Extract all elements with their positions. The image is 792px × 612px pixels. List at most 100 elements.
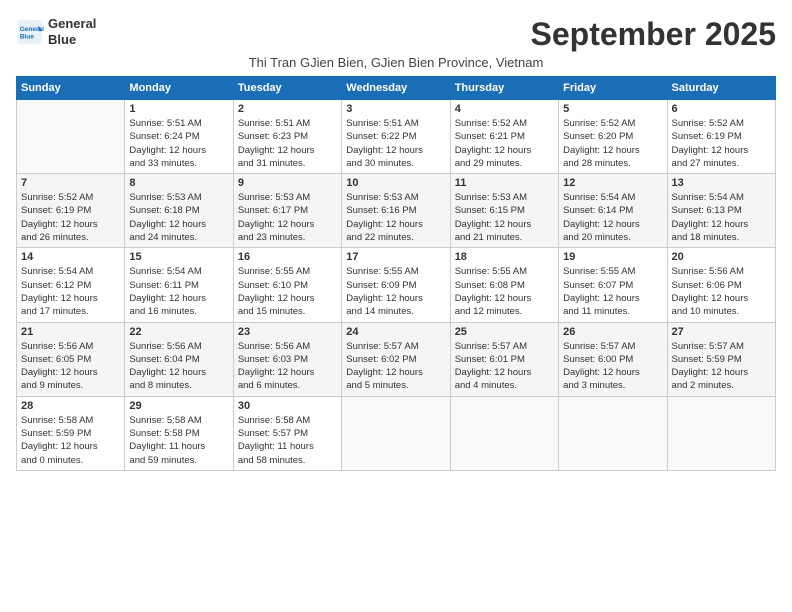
calendar-cell [559,396,667,470]
calendar-week-row: 28 Sunrise: 5:58 AM Sunset: 5:59 PM Dayli… [17,396,776,470]
day-number: 15 [129,251,228,263]
calendar-cell: 2Sunrise: 5:51 AM Sunset: 6:23 PM Daylig… [233,100,341,174]
day-number: 19 [563,251,662,263]
day-number: 20 [672,251,771,263]
calendar-cell: 29 Sunrise: 5:58 AM Sunset: 5:58 PM Dayli… [125,396,233,470]
day-info: Sunrise: 5:54 AM Sunset: 6:11 PM Dayligh… [129,265,228,318]
calendar-cell: 1 Sunrise: 5:51 AM Sunset: 6:24 PM Daylig… [125,100,233,174]
page-header: General Blue General Blue September 2025 [16,16,776,53]
day-number: 27 [672,326,771,338]
day-number: 2 [238,103,337,115]
calendar-week-row: 7Sunrise: 5:52 AM Sunset: 6:19 PM Daylig… [17,174,776,248]
day-number: 9 [238,177,337,189]
day-number: 6 [672,103,771,115]
calendar-cell: 15 Sunrise: 5:54 AM Sunset: 6:11 PM Dayli… [125,248,233,322]
calendar-cell: 23 Sunrise: 5:56 AM Sunset: 6:03 PM Dayli… [233,322,341,396]
calendar-cell: 10 Sunrise: 5:53 AM Sunset: 6:16 PM Dayli… [342,174,450,248]
day-number: 5 [563,103,662,115]
day-number: 16 [238,251,337,263]
calendar-week-row: 14Sunrise: 5:54 AM Sunset: 6:12 PM Dayli… [17,248,776,322]
day-info: Sunrise: 5:54 AM Sunset: 6:14 PM Dayligh… [563,191,662,244]
day-info: Sunrise: 5:56 AM Sunset: 6:04 PM Dayligh… [129,340,228,393]
day-number: 13 [672,177,771,189]
day-info: Sunrise: 5:51 AM Sunset: 6:24 PM Dayligh… [129,117,228,170]
calendar-cell: 28 Sunrise: 5:58 AM Sunset: 5:59 PM Dayli… [17,396,125,470]
weekday-header: Tuesday [233,77,341,100]
calendar-cell: 6 Sunrise: 5:52 AM Sunset: 6:19 PM Daylig… [667,100,775,174]
day-info: Sunrise: 5:57 AM Sunset: 6:02 PM Dayligh… [346,340,445,393]
day-number: 18 [455,251,554,263]
weekday-header-row: SundayMondayTuesdayWednesdayThursdayFrid… [17,77,776,100]
calendar-cell: 7Sunrise: 5:52 AM Sunset: 6:19 PM Daylig… [17,174,125,248]
day-number: 29 [129,400,228,412]
day-number: 23 [238,326,337,338]
day-info: Sunrise: 5:56 AM Sunset: 6:05 PM Dayligh… [21,340,120,393]
day-number: 26 [563,326,662,338]
day-number: 12 [563,177,662,189]
calendar-cell [17,100,125,174]
day-number: 14 [21,251,120,263]
calendar-cell: 27 Sunrise: 5:57 AM Sunset: 5:59 PM Dayli… [667,322,775,396]
day-info: Sunrise: 5:52 AM Sunset: 6:19 PM Dayligh… [672,117,771,170]
day-info: Sunrise: 5:57 AM Sunset: 6:01 PM Dayligh… [455,340,554,393]
day-number: 10 [346,177,445,189]
calendar-cell: 9Sunrise: 5:53 AM Sunset: 6:17 PM Daylig… [233,174,341,248]
day-number: 28 [21,400,120,412]
calendar-cell: 11Sunrise: 5:53 AM Sunset: 6:15 PM Dayli… [450,174,558,248]
calendar-cell: 13Sunrise: 5:54 AM Sunset: 6:13 PM Dayli… [667,174,775,248]
day-info: Sunrise: 5:56 AM Sunset: 6:06 PM Dayligh… [672,265,771,318]
day-info: Sunrise: 5:58 AM Sunset: 5:58 PM Dayligh… [129,414,228,467]
calendar-cell: 25 Sunrise: 5:57 AM Sunset: 6:01 PM Dayli… [450,322,558,396]
logo-text: General Blue [48,16,96,47]
logo-icon: General Blue [16,18,44,46]
day-number: 21 [21,326,120,338]
calendar-cell: 24Sunrise: 5:57 AM Sunset: 6:02 PM Dayli… [342,322,450,396]
calendar-cell: 17 Sunrise: 5:55 AM Sunset: 6:09 PM Dayli… [342,248,450,322]
calendar-cell: 30Sunrise: 5:58 AM Sunset: 5:57 PM Dayli… [233,396,341,470]
day-info: Sunrise: 5:51 AM Sunset: 6:22 PM Dayligh… [346,117,445,170]
day-info: Sunrise: 5:56 AM Sunset: 6:03 PM Dayligh… [238,340,337,393]
calendar-cell: 5Sunrise: 5:52 AM Sunset: 6:20 PM Daylig… [559,100,667,174]
calendar-cell: 12 Sunrise: 5:54 AM Sunset: 6:14 PM Dayli… [559,174,667,248]
calendar-week-row: 1 Sunrise: 5:51 AM Sunset: 6:24 PM Daylig… [17,100,776,174]
calendar-cell: 19Sunrise: 5:55 AM Sunset: 6:07 PM Dayli… [559,248,667,322]
day-info: Sunrise: 5:55 AM Sunset: 6:08 PM Dayligh… [455,265,554,318]
calendar-cell: 3 Sunrise: 5:51 AM Sunset: 6:22 PM Daylig… [342,100,450,174]
weekday-header: Saturday [667,77,775,100]
calendar-cell [342,396,450,470]
day-number: 25 [455,326,554,338]
calendar-cell: 4 Sunrise: 5:52 AM Sunset: 6:21 PM Daylig… [450,100,558,174]
calendar-cell: 8 Sunrise: 5:53 AM Sunset: 6:18 PM Daylig… [125,174,233,248]
calendar-cell: 26 Sunrise: 5:57 AM Sunset: 6:00 PM Dayli… [559,322,667,396]
day-number: 1 [129,103,228,115]
day-info: Sunrise: 5:53 AM Sunset: 6:16 PM Dayligh… [346,191,445,244]
weekday-header: Sunday [17,77,125,100]
weekday-header: Thursday [450,77,558,100]
calendar-week-row: 21 Sunrise: 5:56 AM Sunset: 6:05 PM Dayli… [17,322,776,396]
day-number: 8 [129,177,228,189]
calendar-cell: 16 Sunrise: 5:55 AM Sunset: 6:10 PM Dayli… [233,248,341,322]
day-info: Sunrise: 5:58 AM Sunset: 5:59 PM Dayligh… [21,414,120,467]
calendar-cell [450,396,558,470]
calendar-cell: 14Sunrise: 5:54 AM Sunset: 6:12 PM Dayli… [17,248,125,322]
day-info: Sunrise: 5:55 AM Sunset: 6:10 PM Dayligh… [238,265,337,318]
weekday-header: Friday [559,77,667,100]
day-info: Sunrise: 5:52 AM Sunset: 6:21 PM Dayligh… [455,117,554,170]
calendar-cell: 18 Sunrise: 5:55 AM Sunset: 6:08 PM Dayli… [450,248,558,322]
weekday-header: Monday [125,77,233,100]
day-info: Sunrise: 5:53 AM Sunset: 6:18 PM Dayligh… [129,191,228,244]
calendar-table: SundayMondayTuesdayWednesdayThursdayFrid… [16,76,776,471]
month-title: September 2025 [531,16,776,53]
day-info: Sunrise: 5:57 AM Sunset: 6:00 PM Dayligh… [563,340,662,393]
day-info: Sunrise: 5:57 AM Sunset: 5:59 PM Dayligh… [672,340,771,393]
day-number: 11 [455,177,554,189]
day-number: 17 [346,251,445,263]
weekday-header: Wednesday [342,77,450,100]
calendar-cell [667,396,775,470]
day-info: Sunrise: 5:58 AM Sunset: 5:57 PM Dayligh… [238,414,337,467]
logo: General Blue General Blue [16,16,96,47]
day-info: Sunrise: 5:55 AM Sunset: 6:09 PM Dayligh… [346,265,445,318]
day-number: 3 [346,103,445,115]
calendar-cell: 20 Sunrise: 5:56 AM Sunset: 6:06 PM Dayli… [667,248,775,322]
day-number: 4 [455,103,554,115]
